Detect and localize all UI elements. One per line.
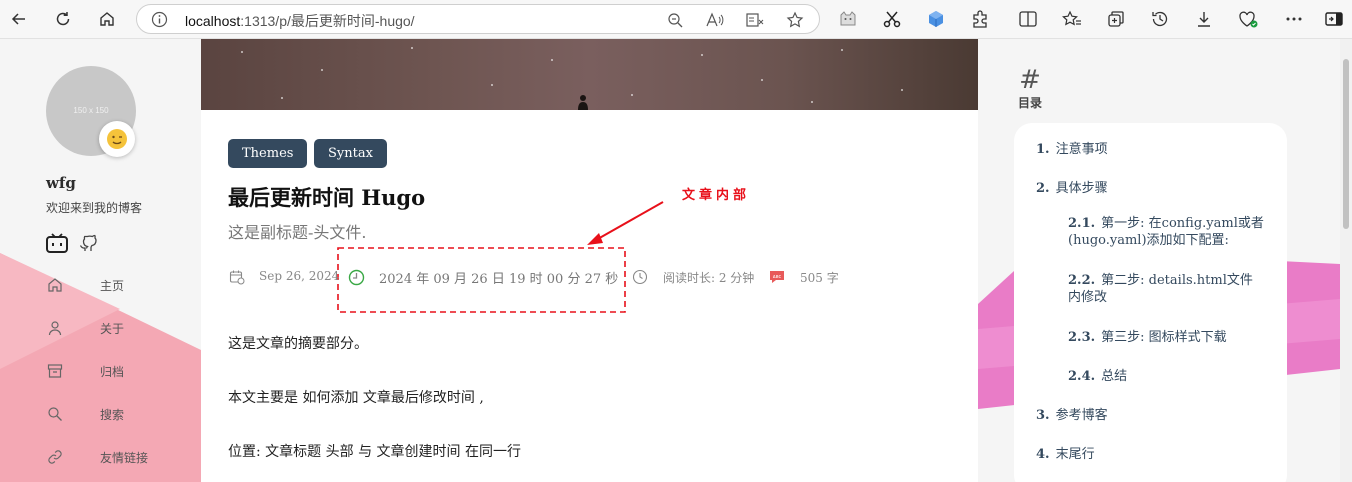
reading-clock-icon	[631, 268, 649, 286]
collections-icon[interactable]	[1104, 7, 1128, 31]
hash-icon: #	[1019, 65, 1041, 95]
site-info-icon[interactable]	[151, 11, 168, 28]
immersive-reader-icon[interactable]	[745, 10, 765, 30]
browser-essentials-icon[interactable]	[1236, 7, 1260, 31]
menu-item-about[interactable]: 关于	[46, 317, 196, 341]
article-paragraph: 位置: 文章标题 头部 与 文章创建时间 在同一行	[228, 444, 521, 460]
toc-item[interactable]: 2.3. 第三步: 图标样式下载	[1068, 329, 1227, 346]
last-modified-time: 2024 年 09 月 26 日 19 时 00 分 27 秒	[379, 272, 619, 287]
page-scrollbar[interactable]	[1340, 39, 1352, 482]
more-options-icon[interactable]	[1282, 7, 1306, 31]
annotation-overlay	[337, 201, 664, 313]
split-screen-icon[interactable]	[1016, 7, 1040, 31]
toc-item[interactable]: 2.2. 第二步: details.html文件 内修改	[1068, 272, 1280, 306]
search-icon	[46, 405, 64, 423]
publish-date: Sep 26, 2024	[259, 269, 340, 283]
extensions-puzzle-icon[interactable]	[968, 7, 992, 31]
site-name: wfg	[46, 174, 76, 192]
site-description: 欢迎来到我的博客	[46, 201, 143, 215]
home-icon	[46, 276, 64, 294]
browser-toolbar: localhost:1313/p/最后更新时间-hugo/	[0, 0, 1352, 39]
modified-clock-icon	[347, 268, 365, 286]
toc-item[interactable]: 1. 注意事项	[1036, 141, 1108, 158]
toc-item[interactable]: 2. 具体步骤	[1036, 180, 1108, 197]
toc-item[interactable]: 2.1. 第一步: 在config.yaml或者 (hugo.yaml)添加如下配置…	[1068, 215, 1280, 249]
emoji-icon	[99, 121, 135, 157]
bilibili-icon[interactable]	[45, 231, 69, 255]
article-main: Themes Syntax 最后更新时间 Hugo 这是副标题-头文件. 文章内…	[201, 39, 978, 482]
back-button[interactable]	[6, 6, 32, 32]
home-button[interactable]	[94, 6, 120, 32]
toc-item[interactable]: 2.4. 总结	[1068, 368, 1127, 385]
cube-extension-icon[interactable]	[924, 7, 948, 31]
archive-icon	[46, 362, 64, 380]
history-icon[interactable]	[1148, 7, 1172, 31]
article-paragraph: 这是文章的摘要部分。	[228, 336, 368, 352]
right-sidebar: # 目录 1. 注意事项 2. 具体步骤 2.1. 第一步: 在config.yaml…	[978, 39, 1340, 482]
refresh-button[interactable]	[50, 6, 76, 32]
toc-item[interactable]: 4. 末尾行	[1036, 446, 1095, 463]
screenshot-tool-icon[interactable]	[880, 7, 904, 31]
menu-item-links[interactable]: 友情链接	[46, 446, 196, 470]
read-aloud-icon[interactable]	[705, 10, 725, 30]
toc-item[interactable]: 3. 参考博客	[1036, 407, 1108, 424]
calendar-icon	[228, 268, 246, 286]
zoom-icon[interactable]	[665, 10, 685, 30]
left-sidebar: 150 x 150 wfg 欢迎来到我的博客 主页 关于 归档 搜索 友情链接	[0, 39, 201, 482]
favorites-icon[interactable]	[1060, 7, 1084, 31]
article-paragraph: 本文主要是 如何添加 文章最后修改时间 ,	[228, 390, 484, 406]
sidebar-toggle-icon[interactable]	[1322, 7, 1346, 31]
url-text: localhost:1313/p/最后更新时间-hugo/	[185, 13, 415, 29]
toc-title: 目录	[1017, 96, 1042, 110]
menu-item-home[interactable]: 主页	[46, 274, 196, 298]
address-bar[interactable]: localhost:1313/p/最后更新时间-hugo/	[136, 4, 820, 34]
github-icon[interactable]	[76, 231, 100, 255]
link-icon	[46, 448, 64, 466]
word-count-icon: ᴀʙᴄ	[768, 268, 786, 286]
scrollbar-thumb[interactable]	[1343, 59, 1349, 229]
cat-extension-icon[interactable]	[836, 7, 860, 31]
reading-time: 阅读时长: 2 分钟	[663, 271, 755, 285]
menu-item-archives[interactable]: 归档	[46, 360, 196, 384]
favorite-star-icon[interactable]	[785, 10, 805, 30]
downloads-icon[interactable]	[1192, 7, 1216, 31]
word-count: 505 字	[800, 271, 839, 285]
user-icon	[46, 319, 64, 337]
menu-item-search[interactable]: 搜索	[46, 403, 196, 427]
toc-card: 1. 注意事项 2. 具体步骤 2.1. 第一步: 在config.yaml或者 (hu…	[1014, 123, 1287, 482]
toc-header: # 目录	[1015, 66, 1045, 111]
svg-text:ᴀʙᴄ: ᴀʙᴄ	[773, 274, 782, 280]
